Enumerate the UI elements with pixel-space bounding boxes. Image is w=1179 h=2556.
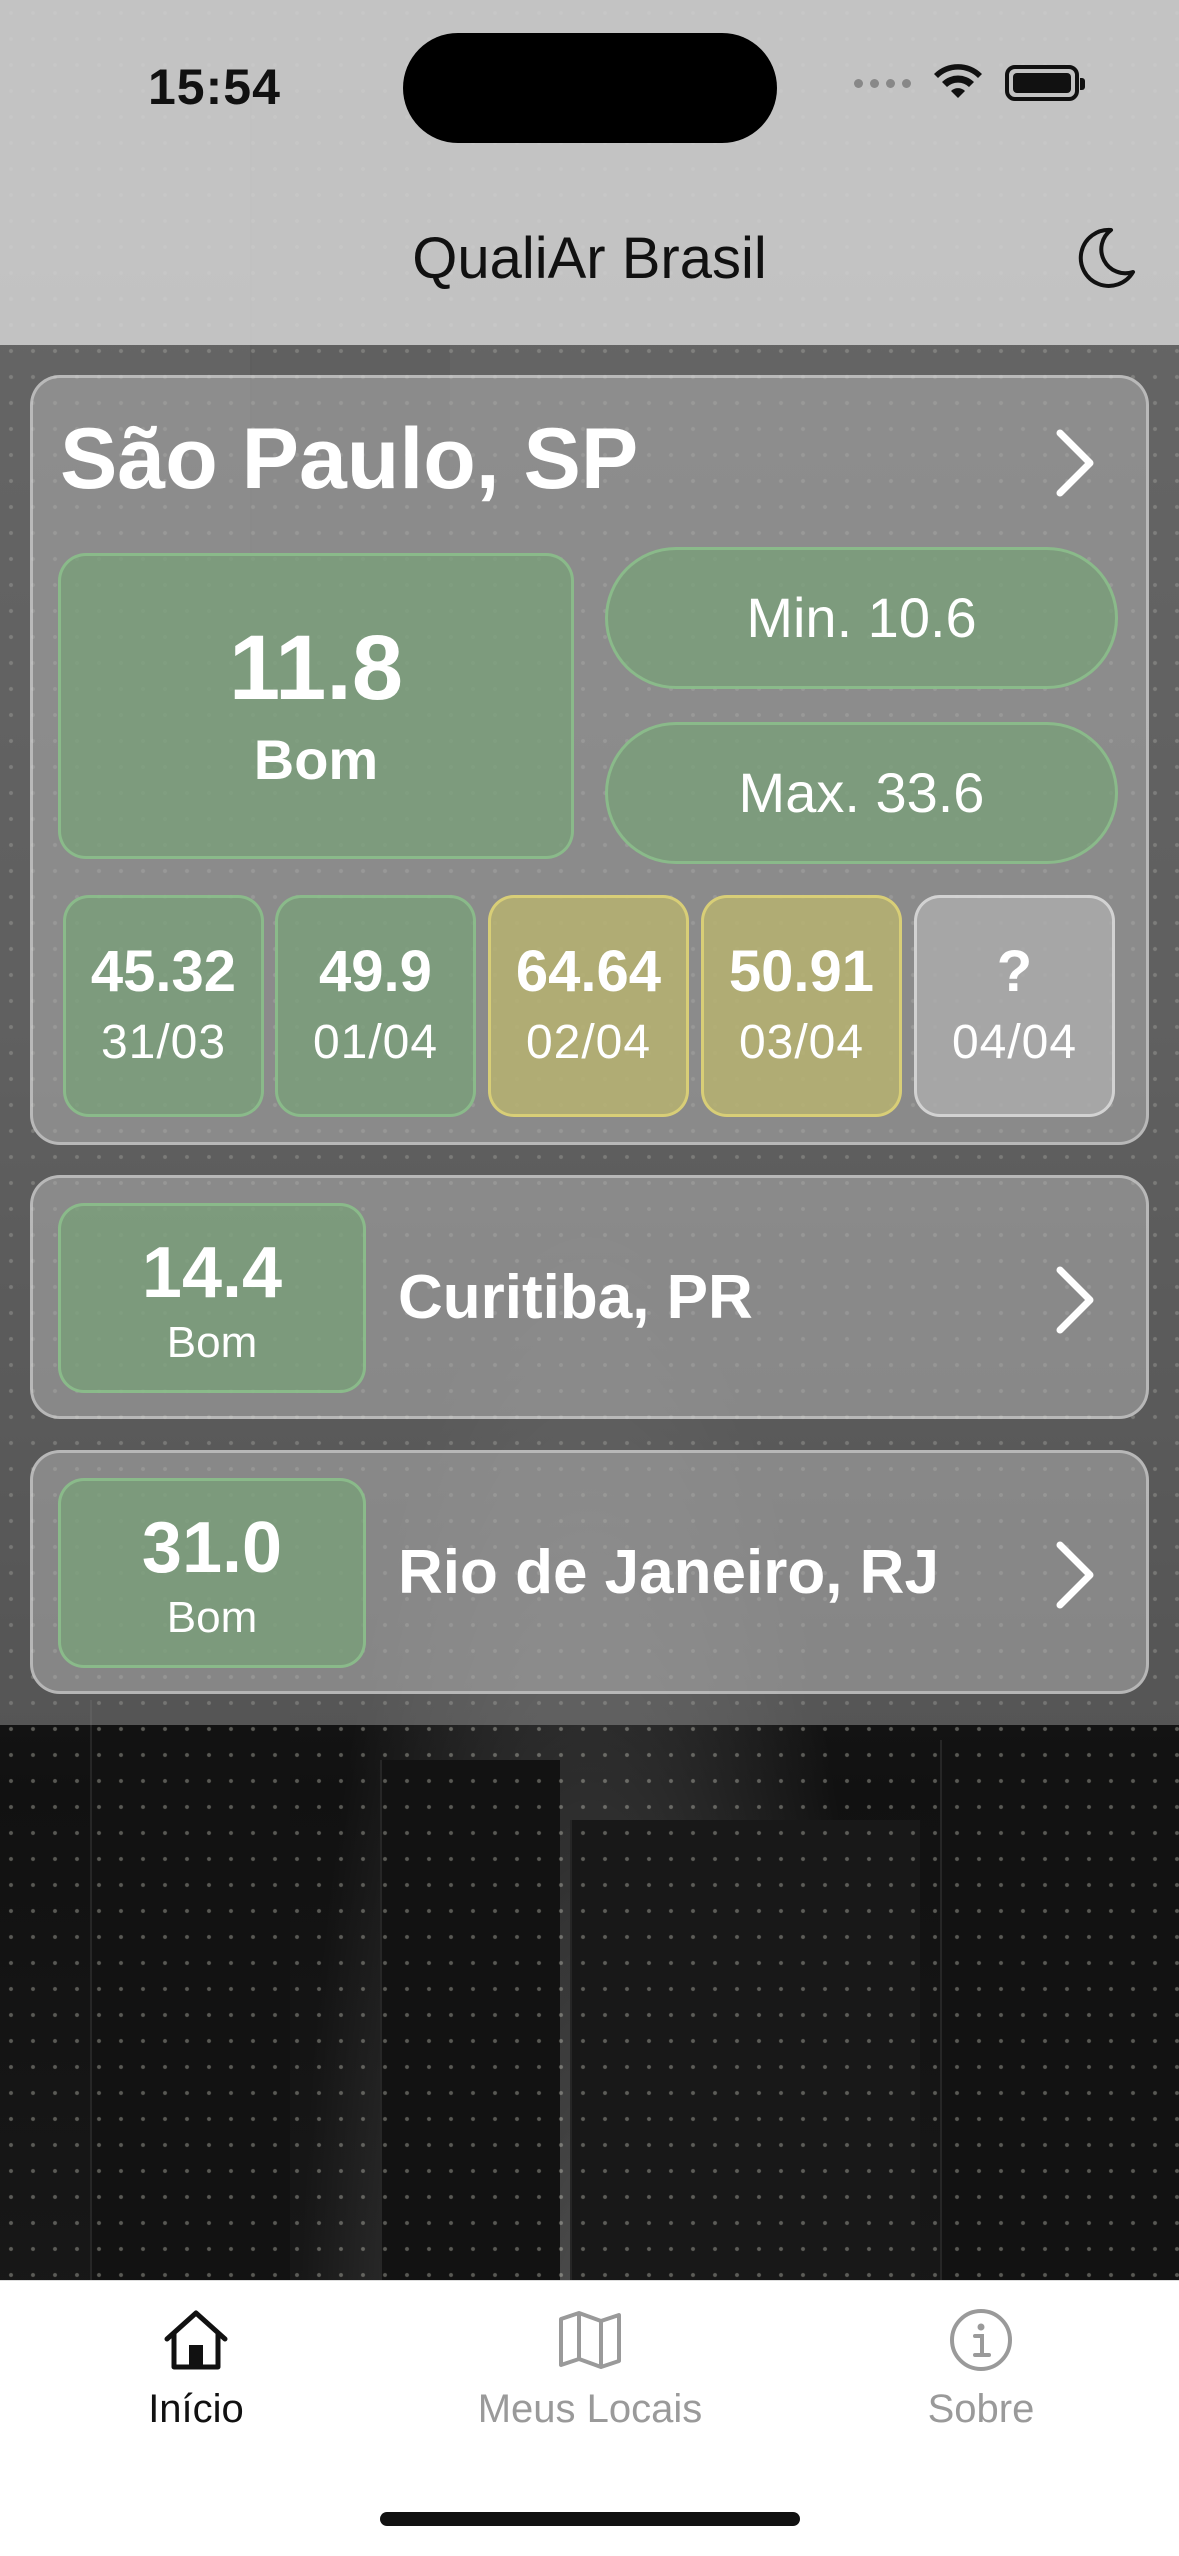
cellular-signal-icon	[854, 78, 911, 88]
moon-icon[interactable]	[1067, 222, 1141, 296]
status-icons	[854, 64, 1085, 102]
city-aqi-box: 31.0 Bom	[58, 1478, 366, 1668]
home-icon	[164, 2310, 228, 2370]
min-aqi-pill: Min. 10.6	[605, 547, 1118, 689]
forecast-value: 64.64	[515, 939, 662, 1004]
current-aqi-category: Bom	[253, 728, 379, 791]
app-title: QualiAr Brasil	[412, 226, 767, 291]
tab-label: Meus Locais	[477, 2387, 703, 2431]
city-aqi-value: 31.0	[141, 1508, 283, 1588]
current-aqi-box: 11.8 Bom	[58, 553, 574, 859]
tab-sobre[interactable]: Sobre	[831, 2303, 1131, 2432]
main-city-name: São Paulo, SP	[60, 411, 639, 507]
forecast-day: 50.91 03/04	[701, 895, 902, 1117]
chevron-right-icon[interactable]	[1050, 1537, 1100, 1613]
forecast-day: 45.32 31/03	[63, 895, 264, 1117]
home-indicator	[380, 2512, 800, 2526]
city-aqi-category: Bom	[166, 1318, 258, 1367]
status-time: 15:54	[148, 59, 281, 115]
tab-inicio[interactable]: Início	[46, 2303, 346, 2432]
forecast-date: 31/03	[100, 1016, 227, 1069]
info-icon	[950, 2309, 1012, 2371]
forecast-date: 03/04	[738, 1016, 865, 1069]
city-aqi-box: 14.4 Bom	[58, 1203, 366, 1393]
forecast-date: 02/04	[525, 1016, 652, 1069]
battery-icon	[1005, 65, 1085, 101]
forecast-day: 64.64 02/04	[488, 895, 689, 1117]
tab-label: Sobre	[927, 2387, 1035, 2431]
tab-label: Início	[148, 2387, 244, 2431]
forecast-value: 49.9	[319, 939, 432, 1004]
max-aqi-pill: Max. 33.6	[605, 722, 1118, 864]
forecast-day: 49.9 01/04	[275, 895, 476, 1117]
city-name: Curitiba, PR	[398, 1263, 753, 1332]
forecast-value: 50.91	[728, 939, 875, 1004]
chevron-right-icon[interactable]	[1050, 425, 1100, 501]
chevron-right-icon[interactable]	[1050, 1262, 1100, 1338]
forecast-day: ? 04/04	[914, 895, 1115, 1117]
map-icon	[559, 2311, 621, 2369]
forecast-date: 01/04	[312, 1016, 439, 1069]
dynamic-island	[403, 33, 777, 143]
wifi-icon	[934, 64, 982, 98]
city-aqi-category: Bom	[166, 1593, 258, 1642]
forecast-date: 04/04	[951, 1016, 1078, 1069]
forecast-value: 45.32	[90, 939, 237, 1004]
forecast-value: ?	[996, 939, 1033, 1004]
city-aqi-value: 14.4	[141, 1233, 283, 1313]
city-name: Rio de Janeiro, RJ	[398, 1538, 939, 1607]
current-aqi-value: 11.8	[229, 617, 403, 719]
tab-meus-locais[interactable]: Meus Locais	[440, 2303, 740, 2432]
